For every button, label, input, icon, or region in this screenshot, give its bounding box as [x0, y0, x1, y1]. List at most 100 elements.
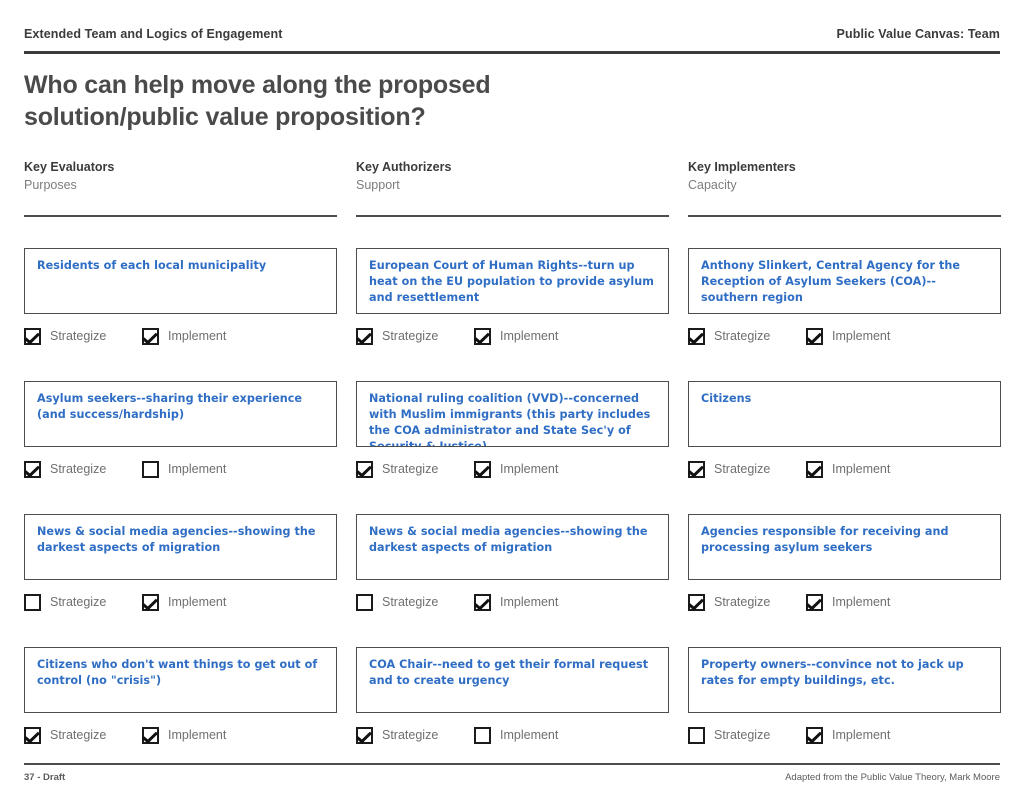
- stakeholder-text: European Court of Human Rights--turn up …: [369, 259, 654, 305]
- unchecked-checkbox-icon[interactable]: [356, 593, 373, 611]
- footer-attribution: Adapted from the Public Value Theory, Ma…: [785, 771, 1000, 783]
- checked-checkbox-icon[interactable]: [24, 460, 41, 478]
- column-2: Key Authorizers Support European Court of …: [356, 160, 669, 780]
- stakeholder-text-box[interactable]: Residents of each local municipality: [24, 248, 337, 315]
- stakeholder-text: Anthony Slinkert, Central Agency for the…: [701, 259, 961, 305]
- checked-checkbox-icon[interactable]: [356, 460, 373, 478]
- checked-checkbox-icon[interactable]: [474, 593, 491, 611]
- checked-checkbox-icon[interactable]: [806, 593, 823, 611]
- strategize-label: Strategize: [50, 728, 107, 743]
- unchecked-checkbox-icon[interactable]: [474, 726, 491, 744]
- implement-checkbox-item[interactable]: Implement: [142, 460, 226, 478]
- unchecked-checkbox-icon[interactable]: [142, 460, 159, 478]
- checkbox-row: Strategize Implement: [356, 592, 669, 612]
- implement-checkbox-item[interactable]: Implement: [474, 460, 558, 478]
- stakeholder-text-box[interactable]: Anthony Slinkert, Central Agency for the…: [688, 248, 1001, 315]
- checked-checkbox-icon[interactable]: [806, 726, 823, 744]
- column-title: Key Evaluators: [24, 160, 115, 174]
- stakeholder-card: National ruling coalition (VVD)--concern…: [356, 381, 669, 514]
- strategize-checkbox-item[interactable]: Strategize: [24, 460, 142, 478]
- strategize-checkbox-item[interactable]: Strategize: [24, 726, 142, 744]
- checked-checkbox-icon[interactable]: [24, 726, 41, 744]
- checked-checkbox-icon[interactable]: [356, 726, 373, 744]
- strategize-label: Strategize: [714, 595, 771, 610]
- stakeholder-card: Citizens who don't want things to get ou…: [24, 647, 337, 780]
- implement-checkbox-item[interactable]: Implement: [474, 593, 558, 611]
- strategize-checkbox-item[interactable]: Strategize: [356, 327, 474, 345]
- column-1: Key Evaluators Purposes Residents of each …: [24, 160, 337, 780]
- implement-checkbox-item[interactable]: Implement: [806, 726, 890, 744]
- checkbox-row: Strategize Implement: [24, 592, 337, 612]
- checkbox-row: Strategize Implement: [356, 326, 669, 346]
- checked-checkbox-icon[interactable]: [688, 460, 705, 478]
- stakeholder-text-box[interactable]: Property owners--convince not to jack up…: [688, 647, 1001, 714]
- implement-checkbox-item[interactable]: Implement: [142, 726, 227, 744]
- checked-checkbox-icon[interactable]: [806, 327, 823, 345]
- checkbox-row: Strategize Implement: [688, 326, 1001, 346]
- strategize-checkbox-item[interactable]: Strategize: [688, 460, 806, 478]
- checked-checkbox-icon[interactable]: [806, 460, 823, 478]
- stakeholder-card: Agencies responsible for receiving and p…: [688, 514, 1001, 647]
- footer-divider: [24, 762, 1000, 765]
- checked-checkbox-icon[interactable]: [142, 726, 159, 744]
- checked-checkbox-icon[interactable]: [474, 327, 491, 345]
- checkbox-row: Strategize Implement: [688, 592, 1001, 612]
- implement-checkbox-item[interactable]: Implement: [474, 726, 558, 744]
- stakeholder-text-box[interactable]: Agencies responsible for receiving and p…: [688, 514, 1001, 581]
- unchecked-checkbox-icon[interactable]: [24, 593, 41, 611]
- stakeholder-text-box[interactable]: Citizens: [688, 381, 1001, 448]
- column-title: Key Authorizers: [356, 160, 452, 174]
- checkbox-row: Strategize Implement: [356, 459, 669, 479]
- strategize-label: Strategize: [50, 329, 107, 344]
- strategize-checkbox-item[interactable]: Strategize: [24, 593, 142, 611]
- strategize-checkbox-item[interactable]: Strategize: [688, 593, 806, 611]
- implement-checkbox-item[interactable]: Implement: [806, 327, 891, 345]
- checked-checkbox-icon[interactable]: [142, 593, 159, 611]
- strategize-checkbox-item[interactable]: Strategize: [24, 327, 142, 345]
- checked-checkbox-icon[interactable]: [142, 327, 159, 345]
- stakeholder-text-box[interactable]: Asylum seekers--sharing their experience…: [24, 381, 337, 448]
- implement-checkbox-item[interactable]: Implement: [142, 327, 227, 345]
- column-subtitle: Support: [356, 177, 400, 192]
- implement-label: Implement: [832, 329, 891, 344]
- strategize-checkbox-item[interactable]: Strategize: [356, 460, 474, 478]
- stakeholder-text-box[interactable]: COA Chair--need to get their formal requ…: [356, 647, 669, 714]
- stakeholder-text: Residents of each local municipality: [37, 259, 267, 273]
- implement-label: Implement: [168, 329, 227, 344]
- checkbox-row: Strategize Implement: [356, 725, 669, 745]
- strategize-label: Strategize: [382, 462, 439, 477]
- strategize-checkbox-item[interactable]: Strategize: [356, 593, 474, 611]
- stakeholder-card: COA Chair--need to get their formal requ…: [356, 647, 669, 780]
- implement-checkbox-item[interactable]: Implement: [806, 460, 891, 478]
- strategize-label: Strategize: [714, 329, 771, 344]
- checked-checkbox-icon[interactable]: [474, 460, 491, 478]
- implement-checkbox-item[interactable]: Implement: [474, 327, 559, 345]
- stakeholder-text-box[interactable]: European Court of Human Rights--turn up …: [356, 248, 669, 315]
- strategize-checkbox-item[interactable]: Strategize: [688, 726, 806, 744]
- implement-label: Implement: [500, 329, 559, 344]
- unchecked-checkbox-icon[interactable]: [688, 726, 705, 744]
- implement-checkbox-item[interactable]: Implement: [806, 593, 890, 611]
- stakeholder-text-box[interactable]: News & social media agencies--showing th…: [356, 514, 669, 581]
- stakeholder-text: News & social media agencies--showing th…: [369, 525, 648, 555]
- strategize-label: Strategize: [382, 329, 439, 344]
- checked-checkbox-icon[interactable]: [688, 327, 705, 345]
- checked-checkbox-icon[interactable]: [356, 327, 373, 345]
- strategize-checkbox-item[interactable]: Strategize: [688, 327, 806, 345]
- checkbox-row: Strategize Implement: [24, 725, 337, 745]
- stakeholder-text-box[interactable]: National ruling coalition (VVD)--concern…: [356, 381, 669, 448]
- checked-checkbox-icon[interactable]: [24, 327, 41, 345]
- stakeholder-text-box[interactable]: Citizens who don't want things to get ou…: [24, 647, 337, 714]
- footer-page-number: 37 - Draft: [24, 771, 66, 783]
- stakeholder-text-box[interactable]: News & social media agencies--showing th…: [24, 514, 337, 581]
- implement-label: Implement: [168, 728, 227, 743]
- implement-label: Implement: [832, 462, 891, 477]
- stakeholder-text: Property owners--convince not to jack up…: [701, 658, 964, 688]
- stakeholder-text: National ruling coalition (VVD)--concern…: [369, 392, 651, 448]
- implement-checkbox-item[interactable]: Implement: [142, 593, 226, 611]
- strategize-label: Strategize: [382, 595, 439, 610]
- stakeholder-card: European Court of Human Rights--turn up …: [356, 248, 669, 381]
- checked-checkbox-icon[interactable]: [688, 593, 705, 611]
- strategize-checkbox-item[interactable]: Strategize: [356, 726, 474, 744]
- card-list: European Court of Human Rights--turn up …: [356, 248, 669, 780]
